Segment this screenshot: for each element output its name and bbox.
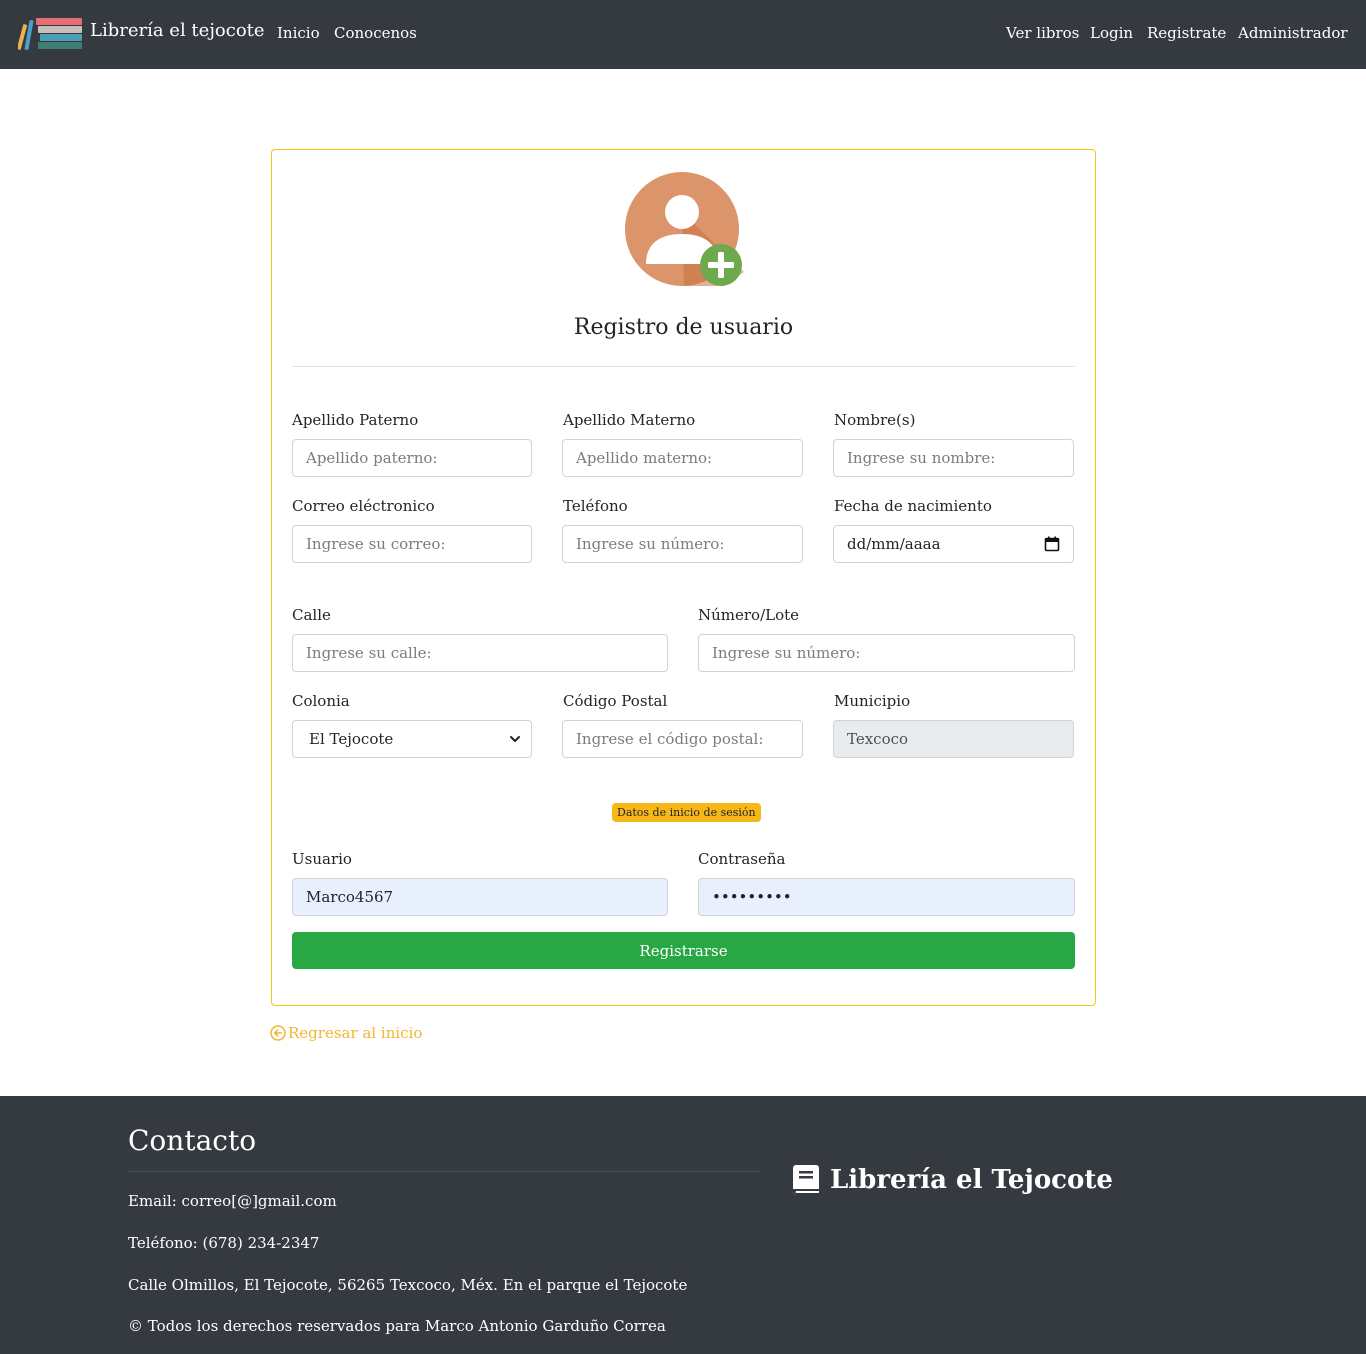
apellido-materno-input[interactable] [562, 439, 803, 477]
usuario-label: Usuario [292, 850, 352, 868]
nav-administrador[interactable]: Administrador [1238, 24, 1348, 42]
correo-label: Correo eléctronico [292, 497, 435, 515]
apellido-paterno-label: Apellido Paterno [292, 411, 419, 429]
fecha-label: Fecha de nacimiento [834, 497, 992, 515]
apellido-materno-label: Apellido Materno [563, 411, 696, 429]
municipio-label: Municipio [834, 692, 911, 710]
footer: Contacto Email: correo[@]gmail.com Teléf… [0, 1096, 1366, 1354]
apellido-paterno-input[interactable] [292, 439, 532, 477]
chevron-down-icon [510, 736, 520, 742]
navbar: Librería el tejocote Inicio Conocenos Ve… [0, 0, 1366, 69]
nav-registrate[interactable]: Registrate [1147, 24, 1226, 42]
calle-label: Calle [292, 606, 331, 624]
login-data-badge: Datos de inicio de sesión [612, 803, 761, 822]
add-user-avatar-icon [625, 172, 744, 286]
nav-ver-libros[interactable]: Ver libros [1006, 24, 1079, 42]
books-logo-icon[interactable] [18, 14, 84, 52]
calle-input[interactable] [292, 634, 668, 672]
form-title: Registro de usuario [573, 315, 794, 340]
footer-divider [128, 1171, 760, 1172]
book-icon [793, 1165, 819, 1195]
nombre-label: Nombre(s) [834, 411, 916, 429]
registration-card: Registro de usuario Apellido Paterno Ape… [271, 149, 1096, 1006]
nombre-input[interactable] [833, 439, 1074, 477]
contact-address: Calle Olmillos, El Tejocote, 56265 Texco… [128, 1276, 688, 1294]
municipio-input [833, 720, 1074, 758]
numero-input[interactable] [698, 634, 1075, 672]
brand-name[interactable]: Librería el tejocote [90, 20, 265, 41]
correo-input[interactable] [292, 525, 532, 563]
calendar-icon[interactable] [1044, 536, 1060, 552]
fecha-value: dd/mm/aaaa [847, 535, 941, 553]
contrasena-label: Contraseña [698, 850, 786, 868]
contact-email: Email: correo[@]gmail.com [128, 1192, 337, 1210]
register-button[interactable]: Registrarse [292, 932, 1075, 969]
copyright: © Todos los derechos reservados para Mar… [128, 1317, 666, 1335]
colonia-label: Colonia [292, 692, 350, 710]
colonia-select[interactable]: El Tejocote [292, 720, 532, 758]
arrow-left-circle-icon [270, 1025, 286, 1041]
footer-brand: Librería el Tejocote [792, 1164, 1113, 1196]
nav-login[interactable]: Login [1090, 24, 1133, 42]
back-link-label: Regresar al inicio [288, 1024, 423, 1042]
nav-inicio[interactable]: Inicio [277, 24, 320, 42]
footer-brand-name: Librería el Tejocote [830, 1165, 1113, 1195]
telefono-label: Teléfono [563, 497, 628, 515]
cp-label: Código Postal [563, 692, 668, 710]
contact-phone: Teléfono: (678) 234-2347 [128, 1234, 320, 1252]
back-to-home-link[interactable]: Regresar al inicio [270, 1024, 422, 1042]
cp-input[interactable] [562, 720, 803, 758]
contrasena-input[interactable] [698, 878, 1075, 916]
contact-title: Contacto [128, 1124, 257, 1157]
telefono-input[interactable] [562, 525, 803, 563]
numero-label: Número/Lote [698, 606, 800, 624]
divider [292, 366, 1075, 367]
fecha-input[interactable]: dd/mm/aaaa [833, 525, 1074, 563]
nav-conocenos[interactable]: Conocenos [334, 24, 417, 42]
colonia-selected-value: El Tejocote [309, 730, 394, 748]
usuario-input[interactable] [292, 878, 668, 916]
